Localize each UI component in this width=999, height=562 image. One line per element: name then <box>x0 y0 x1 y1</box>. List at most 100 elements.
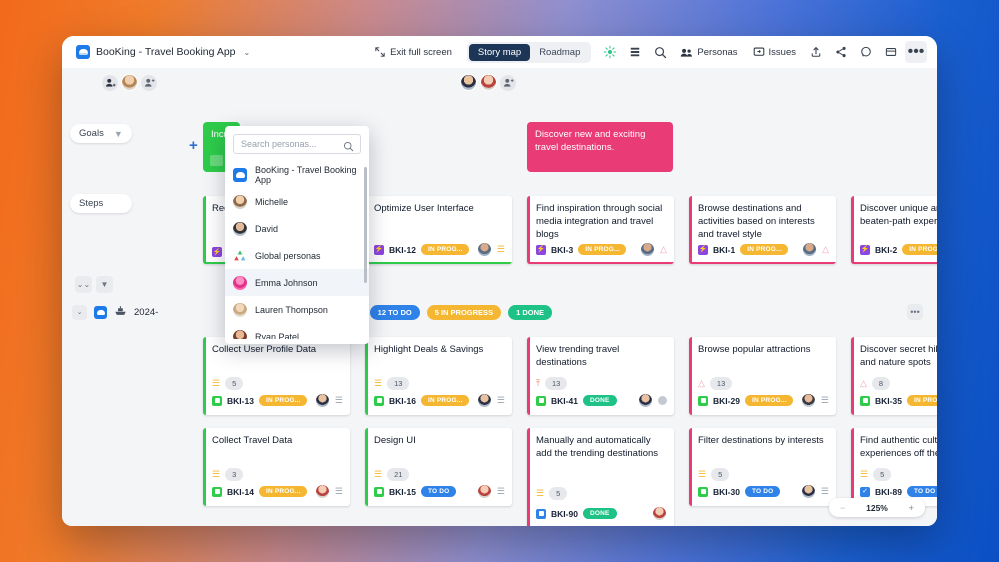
avatar[interactable] <box>477 393 492 408</box>
story-card[interactable]: Filter destinations by interests ☰ 5 BKI… <box>689 428 836 506</box>
steps-row-label[interactable]: Steps <box>70 194 132 213</box>
card-key: BKI-16 <box>389 396 416 406</box>
avatar[interactable] <box>315 393 330 408</box>
todo-chip: 12 TO DO <box>370 305 420 320</box>
persona-item-michelle[interactable]: Michelle <box>225 188 369 215</box>
story-points-badge: 3 <box>225 468 243 481</box>
more-options-button[interactable]: ••• <box>905 41 927 63</box>
goal-card[interactable]: Discover new and exciting travel destina… <box>527 122 673 172</box>
avatar[interactable] <box>802 242 817 257</box>
avatar[interactable] <box>801 484 816 499</box>
avatar[interactable] <box>640 242 655 257</box>
chevron-down-icon[interactable]: ⌄ <box>244 48 251 57</box>
issues-button[interactable]: Issues <box>747 43 802 61</box>
avatar[interactable] <box>638 393 653 408</box>
step-card[interactable]: Optimize User Interface ⚡ BKI-12 IN PROG… <box>365 196 512 264</box>
goal-avatars-left <box>102 74 157 91</box>
filter-icon[interactable]: ▼ <box>114 129 123 139</box>
release-more-button[interactable]: ••• <box>907 304 923 320</box>
search-icon <box>343 139 354 157</box>
persona-item-lauren-thompson[interactable]: Lauren Thompson <box>225 296 369 323</box>
story-card[interactable]: Highlight Deals & Savings ☰ 13 BKI-16 IN… <box>365 337 512 415</box>
zoom-out-button[interactable]: − <box>829 498 856 517</box>
status-badge: IN PROG... <box>740 244 788 255</box>
filter-icon[interactable]: ▼ <box>96 276 113 293</box>
person-icon[interactable] <box>102 75 118 91</box>
release-collapse-icon[interactable]: ⌄ <box>72 305 87 320</box>
exit-fullscreen-button[interactable]: Exit full screen <box>367 44 460 61</box>
card-color-bar <box>527 196 530 264</box>
card-title: Discover secret hiking trails and nature… <box>860 344 937 370</box>
avatar[interactable] <box>652 506 667 521</box>
persona-item-emma-johnson[interactable]: Emma Johnson <box>225 269 369 296</box>
add-goal-button[interactable]: + <box>189 138 198 153</box>
avatar[interactable] <box>315 484 330 499</box>
zoom-in-button[interactable]: + <box>898 498 925 517</box>
tab-story-map[interactable]: Story map <box>469 44 530 61</box>
story-card[interactable]: Collect User Profile Data ☰ 5 BKI-13 IN … <box>203 337 350 415</box>
collapse-all-icon[interactable]: ⌄⌄ <box>75 276 92 293</box>
persona-item-ryan-patel[interactable]: Ryan Patel <box>225 323 369 339</box>
app-identity[interactable]: BooKing - Travel Booking App ⌄ <box>76 45 250 59</box>
card-key: BKI-1 <box>713 245 735 255</box>
comment-button[interactable] <box>855 41 877 63</box>
row-controls: ⌄⌄ ▼ <box>75 276 113 293</box>
card-meta: ✓ BKI-89 TO DO ☰ <box>860 484 937 499</box>
goals-row-label[interactable]: Goals ▼ <box>70 124 132 143</box>
add-persona-icon[interactable] <box>141 75 157 91</box>
story-card[interactable]: Discover secret hiking trails and nature… <box>851 337 937 415</box>
epic-type-icon: ⚡ <box>374 245 384 255</box>
story-card[interactable]: Collect Travel Data ☰ 3 BKI-14 IN PROG..… <box>203 428 350 506</box>
story-card[interactable]: Find authentic cultural experiences off … <box>851 428 937 506</box>
personas-button[interactable]: Personas <box>674 44 743 61</box>
avatar[interactable] <box>477 484 492 499</box>
card-attrs: △ 8 <box>860 377 890 390</box>
story-card[interactable]: Manually and automatically add the trend… <box>527 428 674 526</box>
status-badge: IN PROG... <box>421 395 469 406</box>
persona-item-app[interactable]: BooKing - Travel Booking App <box>225 161 369 188</box>
step-card[interactable]: Find inspiration through social media in… <box>527 196 674 264</box>
personas-search[interactable] <box>233 134 361 154</box>
persona-label: David <box>255 224 278 234</box>
story-points-badge: 5 <box>711 468 729 481</box>
persona-item-global-personas[interactable]: Global personas <box>225 242 369 269</box>
task-type-icon <box>536 509 546 519</box>
avatar[interactable] <box>801 393 816 408</box>
card-meta: BKI-29 IN PROG... ☰ <box>698 393 829 408</box>
add-persona-icon[interactable] <box>500 75 516 91</box>
scrollbar-thumb[interactable] <box>364 167 367 283</box>
release-row: ⌄ 2024- 101 Story points 12 TO DO 5 IN P… <box>62 299 937 325</box>
layout-button[interactable] <box>880 41 902 63</box>
search-input[interactable] <box>241 139 340 149</box>
card-key: BKI-90 <box>551 509 578 519</box>
export-button[interactable] <box>805 41 827 63</box>
comment-icon <box>860 46 872 58</box>
search-button[interactable] <box>649 41 671 63</box>
status-badge: IN PROG... <box>902 244 937 255</box>
step-card[interactable]: Browse destinations and activities based… <box>689 196 836 264</box>
story-card[interactable]: View trending travel destinations ⤒ 13 B… <box>527 337 674 415</box>
list-view-button[interactable] <box>624 41 646 63</box>
search-icon <box>654 46 667 59</box>
avatar[interactable] <box>480 74 497 91</box>
card-meta: ⚡ BKI-12 IN PROG... ☰ <box>374 242 505 257</box>
release-ship-icon <box>114 303 127 321</box>
epic-type-icon: ⚡ <box>212 247 222 257</box>
share-button[interactable] <box>830 41 852 63</box>
avatar[interactable] <box>477 242 492 257</box>
persona-label: Michelle <box>255 197 288 207</box>
ai-sparkle-button[interactable] <box>599 41 621 63</box>
card-title: View trending travel destinations <box>536 344 666 370</box>
story-card[interactable]: Browse popular attractions △ 13 BKI-29 I… <box>689 337 836 415</box>
release-name[interactable]: 2024- <box>134 307 158 318</box>
avatar[interactable] <box>121 74 138 91</box>
list-icon <box>629 46 641 58</box>
avatar[interactable] <box>460 74 477 91</box>
issues-icon <box>753 46 765 58</box>
tab-roadmap[interactable]: Roadmap <box>530 44 589 61</box>
persona-item-david[interactable]: David <box>225 215 369 242</box>
goal-badge <box>210 155 223 166</box>
personas-label: Personas <box>697 47 737 58</box>
story-card[interactable]: Design UI ☰ 21 BKI-15 TO DO ☰ <box>365 428 512 506</box>
step-card[interactable]: Discover unique and off-the-beaten-path … <box>851 196 937 264</box>
